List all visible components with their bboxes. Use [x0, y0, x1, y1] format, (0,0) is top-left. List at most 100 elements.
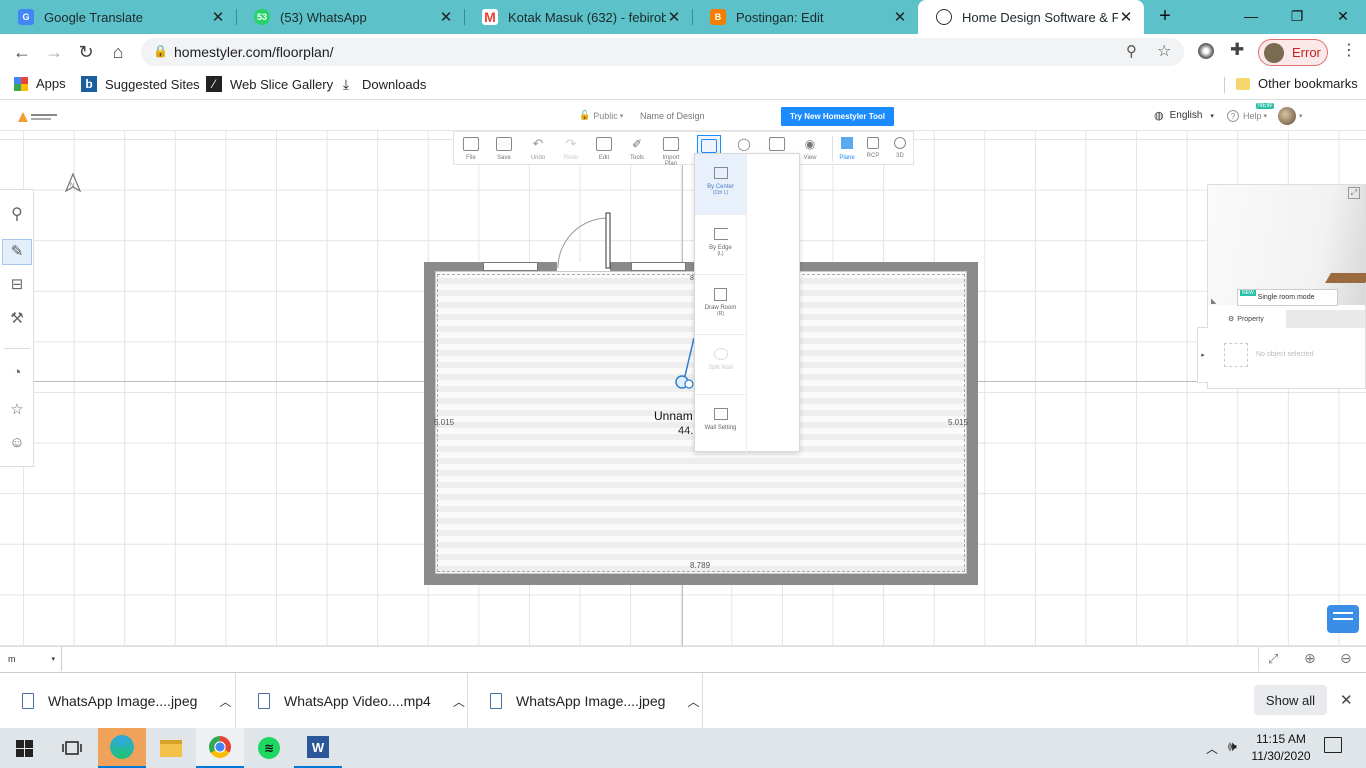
favorite-icon[interactable]: ☆ — [6, 400, 28, 422]
download-item[interactable]: WhatsApp Image....jpeg ︿ — [0, 673, 236, 729]
video-file-icon — [258, 693, 270, 709]
brush-icon[interactable]: ✎ — [2, 239, 32, 265]
plane-view-button[interactable]: Plane — [836, 137, 858, 161]
address-bar[interactable]: 🔒 homestyler.com/floorplan/ ⚲ ☆ — [141, 38, 1184, 66]
tab-google-translate[interactable]: G Google Translate ✕ — [0, 0, 236, 34]
homestyler-logo[interactable] — [18, 110, 58, 122]
try-new-tool-button[interactable]: Try New Homestyler Tool — [781, 107, 894, 126]
puzzle-icon[interactable]: ✚ — [1230, 40, 1244, 60]
help-menu[interactable]: ? Help ▾ — [1227, 110, 1267, 122]
undo-button[interactable]: ↶ Undo — [527, 137, 549, 162]
menu-icon[interactable]: ⋮ — [1341, 40, 1357, 60]
download-item[interactable]: WhatsApp Video....mp4 ︿ — [236, 673, 468, 729]
door-swing[interactable] — [554, 211, 614, 273]
close-icon[interactable]: ✕ — [210, 8, 226, 26]
tab-gmail[interactable]: M Kotak Masuk (632) - febirobiar ✕ — [464, 0, 692, 34]
chrome-icon[interactable] — [196, 728, 244, 768]
close-icon[interactable]: ✕ — [892, 8, 908, 26]
close-window-button[interactable]: ✕ — [1320, 0, 1366, 32]
restore-button[interactable]: ❐ — [1274, 0, 1320, 32]
chat-icon[interactable] — [1327, 605, 1359, 633]
tab-blogger[interactable]: B Postingan: Edit ✕ — [692, 0, 918, 34]
menu-item-draw-room[interactable]: Draw Room (R) — [695, 274, 746, 334]
volume-icon[interactable]: 🕪 — [1228, 738, 1237, 755]
panel-collapse-button[interactable]: ▸ — [1197, 327, 1208, 383]
collapse-icon[interactable]: ◣ — [1211, 297, 1216, 305]
bookmark-suggested-sites[interactable]: b Suggested Sites — [81, 76, 200, 92]
chevron-up-icon[interactable]: ︿ — [453, 693, 465, 710]
show-all-button[interactable]: Show all — [1254, 685, 1327, 715]
3d-preview[interactable]: ⤢ ◣ — [1208, 185, 1366, 305]
chevron-up-icon[interactable]: ︿ — [219, 693, 231, 710]
user-avatar[interactable] — [1278, 107, 1296, 125]
file-button[interactable]: File — [461, 137, 481, 161]
compass-icon[interactable]: N — [64, 173, 82, 193]
room-name[interactable]: Unnam — [654, 409, 693, 423]
forward-button[interactable]: → — [40, 38, 68, 66]
profile-error-button[interactable]: Error — [1258, 39, 1328, 66]
tab-property[interactable]: ⚙ Property — [1208, 310, 1286, 328]
unit-select[interactable]: m ▾ — [0, 647, 62, 671]
home-button[interactable]: ⌂ — [104, 38, 132, 66]
3d-view-button[interactable]: 3D — [889, 137, 911, 159]
redo-button[interactable]: ↷ Redo — [560, 137, 582, 162]
fit-screen-icon[interactable]: ⤢ — [1268, 651, 1278, 667]
bookmark-apps[interactable]: Apps — [14, 76, 66, 91]
user-icon[interactable]: ☺ — [6, 434, 28, 456]
close-icon[interactable]: ✕ — [1118, 8, 1134, 26]
edit-button[interactable]: Edit — [594, 137, 614, 161]
edge-icon[interactable] — [98, 728, 146, 768]
save-button[interactable]: Save — [494, 137, 514, 161]
menu-item-split-wall[interactable]: Split Wall — [695, 334, 746, 394]
chevron-up-icon[interactable]: ︿ — [687, 693, 699, 710]
tab-homestyler[interactable]: Home Design Software & FREE ✕ — [918, 0, 1144, 34]
view-button[interactable]: ◉ View — [800, 137, 820, 161]
wall-setting-icon — [713, 408, 728, 420]
bookmark-downloads[interactable]: ⤓ Downloads — [338, 76, 426, 92]
furniture-icon[interactable]: ⊟ — [6, 275, 28, 297]
hammer-icon[interactable]: ⚒ — [6, 309, 28, 331]
windows-start-icon[interactable] — [0, 728, 48, 768]
notification-icon[interactable] — [1324, 737, 1342, 753]
bookmark-other[interactable]: Other bookmarks — [1236, 76, 1358, 91]
gauge-icon[interactable]: ◔ — [6, 364, 28, 386]
menu-item-wall-setting[interactable]: Wall Setting — [695, 394, 746, 453]
menu-item-by-edge[interactable]: By Edge (L) — [695, 214, 746, 274]
task-view-icon[interactable] — [48, 728, 96, 768]
close-icon[interactable]: ✕ — [438, 8, 454, 26]
back-button[interactable]: ← — [8, 38, 36, 66]
language-dropdown[interactable]: ◍ English ▾ — [1154, 109, 1214, 122]
import-plan-button[interactable]: Import Plan — [656, 137, 686, 167]
word-icon[interactable]: W — [294, 728, 342, 768]
design-name-input[interactable] — [640, 107, 760, 125]
chevron-down-icon[interactable]: ▾ — [1299, 112, 1303, 120]
tools-button[interactable]: ✐ Tools — [627, 137, 647, 161]
reload-button[interactable]: ↻ — [72, 38, 100, 66]
rcp-view-button[interactable]: RCP — [862, 137, 884, 159]
chevron-up-icon[interactable]: ︿ — [1206, 740, 1218, 757]
new-tab-button[interactable]: + — [1150, 0, 1180, 32]
zoom-in-icon[interactable]: ⊕ — [1304, 650, 1316, 667]
tab-whatsapp[interactable]: 53 (53) WhatsApp ✕ — [236, 0, 464, 34]
menu-item-by-center[interactable]: By Center (Ctrl L) — [695, 154, 746, 214]
download-item[interactable]: WhatsApp Image....jpeg ︿ — [468, 673, 703, 729]
single-room-mode-toggle[interactable]: NEW Single room mode — [1237, 289, 1338, 306]
floorplan-canvas[interactable]: N ⚲ ✎ ⊟ ⚒ ◔ ☆ ☺ File Save ↶ Undo ↷ Redo Ed… — [0, 131, 1366, 646]
close-icon[interactable]: ✕ — [1340, 691, 1353, 709]
minimize-button[interactable]: — — [1228, 0, 1274, 32]
zoom-out-icon[interactable]: ⊖ — [1340, 650, 1352, 667]
search-icon[interactable]: ⚲ — [6, 204, 28, 226]
window[interactable] — [483, 262, 538, 271]
spotify-icon[interactable]: ≋ — [245, 728, 293, 768]
expand-icon[interactable]: ⤢ — [1348, 187, 1360, 199]
window[interactable] — [631, 262, 686, 271]
tab-empty[interactable] — [1286, 310, 1365, 328]
bookmark-web-slice-gallery[interactable]: ⁄ Web Slice Gallery — [206, 76, 333, 92]
visibility-dropdown[interactable]: 🔓 Public ▾ — [579, 110, 623, 121]
extension-icon[interactable] — [1198, 43, 1214, 59]
system-clock[interactable]: 11:15 AM 11/30/2020 — [1248, 731, 1314, 765]
close-icon[interactable]: ✕ — [666, 8, 682, 26]
file-explorer-icon[interactable] — [147, 728, 195, 768]
zoom-icon[interactable]: ⚲ — [1126, 42, 1137, 60]
star-icon[interactable]: ☆ — [1157, 41, 1171, 61]
